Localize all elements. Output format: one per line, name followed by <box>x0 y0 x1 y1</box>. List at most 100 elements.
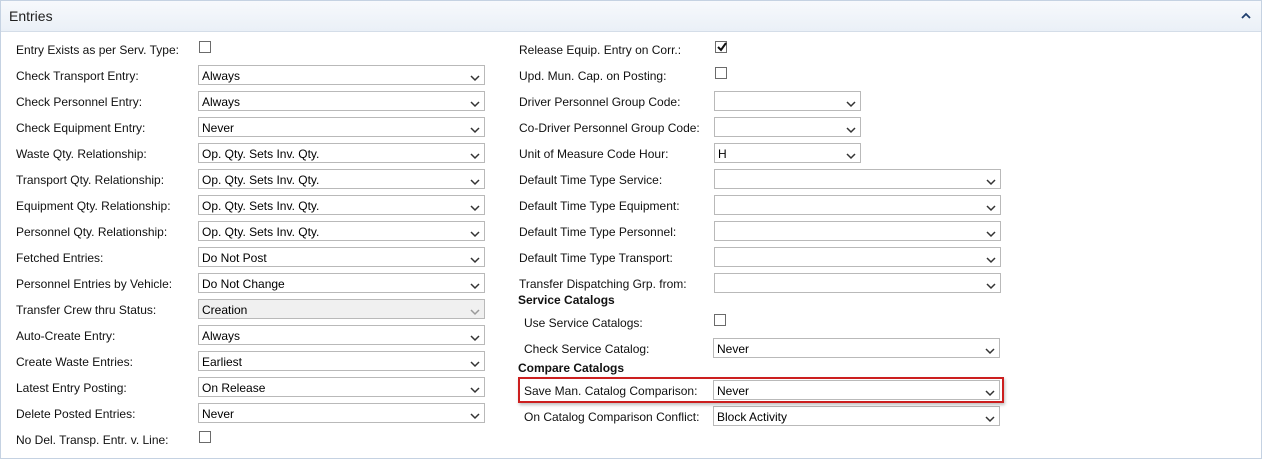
panel-header[interactable]: Entries <box>1 1 1261 32</box>
select-default-time-type-service[interactable] <box>714 169 1001 189</box>
chevron-down-icon[interactable] <box>470 305 480 316</box>
field-label: Personnel Qty. Relationship: <box>16 225 168 239</box>
field-label: Co-Driver Personnel Group Code: <box>519 121 700 135</box>
chevron-up-icon[interactable] <box>1240 10 1252 22</box>
select-value: Never <box>717 384 750 398</box>
field-label: Entry Exists as per Serv. Type: <box>16 43 179 57</box>
select-value: Op. Qty. Sets Inv. Qty. <box>202 147 320 161</box>
chevron-down-icon[interactable] <box>470 201 480 212</box>
field-label: Transfer Crew thru Status: <box>16 303 157 317</box>
field-label: Default Time Type Personnel: <box>519 225 677 239</box>
field-label: Delete Posted Entries: <box>16 407 136 421</box>
select-default-time-type-equipment[interactable] <box>714 195 1001 215</box>
chevron-down-icon[interactable] <box>846 149 856 160</box>
field-label: Equipment Qty. Relationship: <box>16 199 171 213</box>
select-personnel-entries-by-vehicle[interactable]: Do Not Change <box>198 273 485 293</box>
field-label: Personnel Entries by Vehicle: <box>16 277 173 291</box>
select-value: On Release <box>202 381 266 395</box>
checkbox-entry-exists-as-per-serv-type[interactable] <box>199 41 211 53</box>
select-driver-personnel-group-code[interactable] <box>714 91 861 111</box>
select-default-time-type-personnel[interactable] <box>714 221 1001 241</box>
field-label: Waste Qty. Relationship: <box>16 147 147 161</box>
chevron-down-icon[interactable] <box>470 123 480 134</box>
select-waste-qty-relationship[interactable]: Op. Qty. Sets Inv. Qty. <box>198 143 485 163</box>
select-equipment-qty-relationship[interactable]: Op. Qty. Sets Inv. Qty. <box>198 195 485 215</box>
chevron-down-icon[interactable] <box>470 331 480 342</box>
chevron-down-icon[interactable] <box>985 412 995 423</box>
select-value: H <box>718 147 727 161</box>
chevron-down-icon[interactable] <box>470 175 480 186</box>
field-label: Release Equip. Entry on Corr.: <box>519 43 682 57</box>
field-label: Default Time Type Service: <box>519 173 663 187</box>
field-label: Upd. Mun. Cap. on Posting: <box>519 69 667 83</box>
select-on-catalog-comparison-conflict[interactable]: Block Activity <box>713 406 1000 426</box>
field-label: Fetched Entries: <box>16 251 104 265</box>
chevron-down-icon[interactable] <box>470 253 480 264</box>
field-label: Latest Entry Posting: <box>16 381 127 395</box>
select-check-service-catalog[interactable]: Never <box>713 338 1000 358</box>
chevron-down-icon[interactable] <box>985 344 995 355</box>
chevron-down-icon[interactable] <box>986 175 996 186</box>
field-label: Use Service Catalogs: <box>524 316 643 330</box>
select-value: Do Not Change <box>202 277 285 291</box>
checkbox-use-service-catalogs[interactable] <box>714 314 726 326</box>
select-unit-of-measure-code-hour[interactable]: H <box>714 143 861 163</box>
chevron-down-icon[interactable] <box>470 383 480 394</box>
field-label: Driver Personnel Group Code: <box>519 95 681 109</box>
chevron-down-icon[interactable] <box>846 97 856 108</box>
field-label: Auto-Create Entry: <box>16 329 116 343</box>
chevron-down-icon[interactable] <box>470 279 480 290</box>
select-check-personnel-entry[interactable]: Always <box>198 91 485 111</box>
field-label: Default Time Type Equipment: <box>519 199 680 213</box>
select-value: Op. Qty. Sets Inv. Qty. <box>202 199 320 213</box>
select-create-waste-entries[interactable]: Earliest <box>198 351 485 371</box>
select-co-driver-personnel-group-code[interactable] <box>714 117 861 137</box>
chevron-down-icon[interactable] <box>470 409 480 420</box>
select-value: Creation <box>202 303 248 317</box>
select-value: Op. Qty. Sets Inv. Qty. <box>202 225 320 239</box>
select-value: Always <box>202 69 241 83</box>
select-value: Do Not Post <box>202 251 267 265</box>
field-label: Save Man. Catalog Comparison: <box>524 384 698 398</box>
select-transfer-crew-thru-status[interactable]: Creation <box>198 299 485 319</box>
select-save-man-catalog-comparison[interactable]: Never <box>713 380 1000 400</box>
select-value: Op. Qty. Sets Inv. Qty. <box>202 173 320 187</box>
chevron-down-icon[interactable] <box>985 386 995 397</box>
select-value: Never <box>202 407 235 421</box>
select-check-transport-entry[interactable]: Always <box>198 65 485 85</box>
select-transfer-dispatching-grp-from[interactable] <box>714 273 1001 293</box>
entries-panel: Entries Entry Exists as per Serv. Type: C… <box>0 0 1262 459</box>
field-label: Transfer Dispatching Grp. from: <box>519 277 687 291</box>
select-value: Never <box>717 342 750 356</box>
select-check-equipment-entry[interactable]: Never <box>198 117 485 137</box>
field-label: Check Transport Entry: <box>16 69 139 83</box>
chevron-down-icon[interactable] <box>986 253 996 264</box>
checkbox-no-del-transp-entr-v-line[interactable] <box>199 431 211 443</box>
chevron-down-icon[interactable] <box>986 227 996 238</box>
select-transport-qty-relationship[interactable]: Op. Qty. Sets Inv. Qty. <box>198 169 485 189</box>
chevron-down-icon[interactable] <box>986 279 996 290</box>
select-latest-entry-posting[interactable]: On Release <box>198 377 485 397</box>
select-auto-create-entry[interactable]: Always <box>198 325 485 345</box>
select-value: Always <box>202 95 241 109</box>
chevron-down-icon[interactable] <box>470 97 480 108</box>
chevron-down-icon[interactable] <box>470 227 480 238</box>
select-personnel-qty-relationship[interactable]: Op. Qty. Sets Inv. Qty. <box>198 221 485 241</box>
select-value: Block Activity <box>717 410 788 424</box>
chevron-down-icon[interactable] <box>470 149 480 160</box>
checkbox-release-equip-entry-on-corr[interactable] <box>715 41 727 53</box>
field-label: Check Service Catalog: <box>524 342 650 356</box>
select-fetched-entries[interactable]: Do Not Post <box>198 247 485 267</box>
field-label: On Catalog Comparison Conflict: <box>524 410 700 424</box>
chevron-down-icon[interactable] <box>846 123 856 134</box>
field-label: Default Time Type Transport: <box>519 251 673 265</box>
chevron-down-icon[interactable] <box>986 201 996 212</box>
select-default-time-type-transport[interactable] <box>714 247 1001 267</box>
chevron-down-icon[interactable] <box>470 357 480 368</box>
field-label: Check Equipment Entry: <box>16 121 146 135</box>
field-label: Unit of Measure Code Hour: <box>519 147 669 161</box>
checkbox-upd-mun-cap-on-posting[interactable] <box>715 67 727 79</box>
chevron-down-icon[interactable] <box>470 71 480 82</box>
select-delete-posted-entries[interactable]: Never <box>198 403 485 423</box>
field-label: Check Personnel Entry: <box>16 95 143 109</box>
